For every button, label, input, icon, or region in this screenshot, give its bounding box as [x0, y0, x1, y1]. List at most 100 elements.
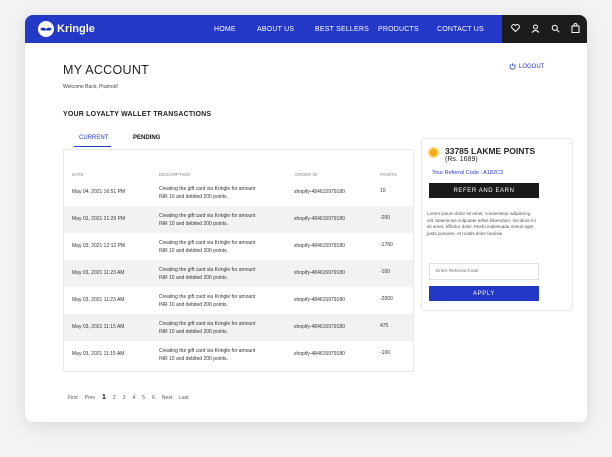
description-line: Creating the gift card via Kringle for a… — [159, 267, 256, 273]
pager-next[interactable]: Next — [162, 395, 172, 401]
table-row: May 03, 2021 21:29 PM Creating the gift … — [64, 206, 413, 233]
refer-and-earn-button[interactable]: REFER AND EARN — [429, 183, 539, 198]
points-balance: 33785 LAKME POINTS — [445, 146, 536, 156]
row-order-id: shopify-484615979180 — [294, 297, 345, 303]
bag-icon[interactable] — [570, 22, 580, 34]
description-line: INR 10 and debited 200 points. — [159, 247, 228, 254]
row-order-id: shopify-484615979180 — [294, 189, 345, 195]
row-description: Creating the gift card via Kringle for a… — [159, 240, 284, 255]
row-points: -2000 — [380, 296, 393, 302]
pager-page[interactable]: 2 — [113, 395, 116, 401]
description-line: INR 10 and debited 200 points. — [159, 220, 228, 227]
nav-best-sellers-label[interactable]: BEST SELLERS — [315, 26, 369, 33]
table-row: May 03, 2021 11:15 AM Creating the gift … — [64, 341, 413, 368]
pager-last[interactable]: Last — [179, 395, 188, 401]
pager-page[interactable]: 5 — [142, 395, 145, 401]
description-line: INR 10 and debited 200 points. — [159, 328, 228, 335]
table-row: May 03, 2021 11:23 AM Creating the gift … — [64, 260, 413, 287]
nav-about-us[interactable]: ABOUT US — [257, 15, 294, 43]
points-amount: (Rs. 1689) — [445, 156, 478, 163]
table-row: May 03, 2021 12:12 PM Creating the gift … — [64, 233, 413, 260]
row-date: May 03, 2021 11:15 AM — [72, 351, 125, 357]
table-row: May 04, 2021 16:51 PM Creating the gift … — [64, 179, 413, 206]
mustache-icon — [38, 21, 54, 37]
row-order-id: shopify-484615979180 — [294, 270, 345, 276]
column-header-points: POINTS — [380, 172, 397, 177]
brand-logo[interactable]: Kringle — [38, 21, 95, 37]
row-order-id: shopify-484615979180 — [294, 324, 345, 330]
referral-description: Lorem ipsum dolor sit amet, consectetur … — [427, 211, 536, 236]
row-date: May 03, 2021 21:29 PM — [72, 216, 126, 222]
row-date: May 03, 2021 11:15 AM — [72, 324, 125, 330]
page-card: Kringle HOME ABOUT US BEST SELLERS PRODU… — [25, 15, 587, 422]
description-line: INR 10 and debited 200 points. — [159, 301, 228, 308]
row-date: May 03, 2021 11:23 AM — [72, 270, 125, 276]
row-date: May 03, 2021 11:23 AM — [72, 297, 125, 303]
description-line: INR 10 and debited 200 points. — [159, 193, 228, 200]
heart-icon[interactable] — [510, 22, 520, 34]
row-order-id: shopify-484615979180 — [294, 243, 345, 249]
coin-icon — [428, 147, 439, 158]
row-points: -200 — [380, 215, 391, 221]
row-description: Creating the gift card via Kringle for a… — [159, 213, 284, 228]
referral-code: Your Referral Code : A182C3 — [432, 170, 504, 176]
pager-page[interactable]: 6 — [152, 395, 155, 401]
description-line: Creating the gift card via Kringle for a… — [159, 348, 256, 354]
pager-page-current[interactable]: 1 — [102, 394, 106, 401]
user-icon[interactable] — [530, 22, 540, 34]
description-line: Creating the gift card via Kringle for a… — [159, 186, 256, 192]
pager-first[interactable]: First — [68, 395, 78, 401]
brand-name: Kringle — [57, 23, 95, 35]
tab-pending[interactable]: PENDING — [133, 135, 160, 141]
referral-code-input[interactable] — [429, 263, 539, 280]
section-title: YOUR LOYALTY WALLET TRANSACTIONS — [63, 111, 212, 118]
nav-home[interactable]: HOME — [214, 15, 236, 43]
table-row: May 03, 2021 11:23 AM Creating the gift … — [64, 287, 413, 314]
row-description: Creating the gift card via Kringle for a… — [159, 267, 284, 282]
row-description: Creating the gift card via Kringle for a… — [159, 321, 284, 336]
logout-label: LOGOUT — [519, 63, 545, 70]
nav-about-label[interactable]: ABOUT US — [257, 26, 294, 33]
row-points: -1760 — [380, 242, 393, 248]
apply-button[interactable]: APPLY — [429, 286, 539, 301]
nav-products-label[interactable]: PRODUCTS — [378, 26, 419, 33]
tab-current[interactable]: CURRENT — [79, 135, 108, 141]
row-points: -100 — [380, 269, 391, 275]
description-line: Creating the gift card via Kringle for a… — [159, 321, 256, 327]
column-header-order-id: ORDER ID — [295, 172, 318, 177]
logout-link[interactable]: LOGOUT — [509, 63, 544, 70]
pager-prev[interactable]: Prev — [85, 395, 95, 401]
nav-contact-us[interactable]: CONTACT US — [437, 15, 484, 43]
row-description: Creating the gift card via Kringle for a… — [159, 348, 284, 363]
header-icons — [510, 22, 580, 34]
row-points: 475 — [380, 323, 389, 329]
power-icon — [509, 63, 516, 70]
nav-contact-label[interactable]: CONTACT US — [437, 26, 484, 33]
nav-best-sellers[interactable]: BEST SELLERS — [315, 15, 369, 43]
description-line: INR 10 and debited 200 points. — [159, 274, 228, 281]
row-date: May 03, 2021 12:12 PM — [72, 243, 126, 249]
active-tab-indicator — [74, 146, 111, 147]
row-description: Creating the gift card via Kringle for a… — [159, 294, 284, 309]
pagination: First Prev 1 2 3 4 5 6 Next Last — [68, 394, 189, 401]
row-description: Creating the gift card via Kringle for a… — [159, 186, 284, 201]
row-points: -100 — [380, 350, 391, 356]
row-order-id: shopify-484615979180 — [294, 351, 345, 357]
page-title: MY ACCOUNT — [63, 63, 150, 77]
description-line: Creating the gift card via Kringle for a… — [159, 213, 256, 219]
row-points: 10 — [380, 188, 386, 194]
column-header-description: DESCRIPTION — [159, 172, 190, 177]
row-date: May 04, 2021 16:51 PM — [72, 189, 126, 195]
description-line: INR 10 and debited 200 points. — [159, 355, 228, 362]
column-header-date: DATE — [72, 172, 84, 177]
row-order-id: shopify-484615979180 — [294, 216, 345, 222]
nav-products[interactable]: PRODUCTS — [378, 15, 419, 43]
welcome-text: Welcome Back, Pramod! — [63, 84, 118, 90]
pager-page[interactable]: 4 — [132, 395, 135, 401]
table-row: May 03, 2021 11:15 AM Creating the gift … — [64, 314, 413, 341]
description-line: Creating the gift card via Kringle for a… — [159, 294, 256, 300]
search-icon[interactable] — [550, 22, 560, 34]
nav-home-label[interactable]: HOME — [214, 26, 236, 33]
pager-page[interactable]: 3 — [123, 395, 126, 401]
description-line: Creating the gift card via Kringle for a… — [159, 240, 256, 246]
